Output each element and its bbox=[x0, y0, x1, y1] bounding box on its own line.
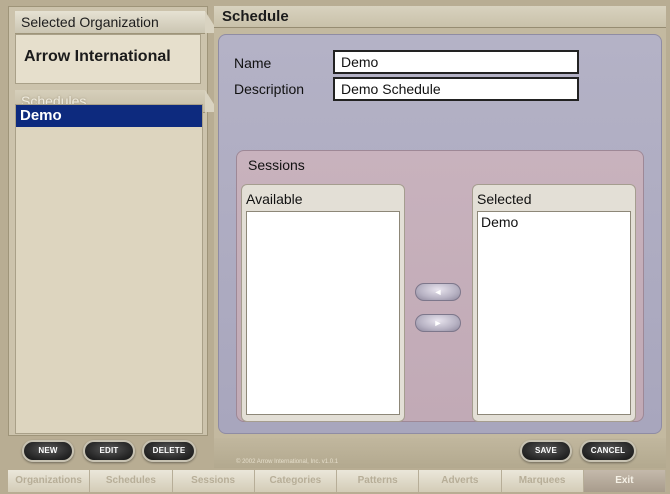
new-button[interactable]: NEW bbox=[22, 440, 74, 462]
tab-sessions[interactable]: Sessions bbox=[172, 470, 255, 492]
name-label: Name bbox=[234, 55, 272, 71]
list-item[interactable]: Demo bbox=[481, 214, 518, 230]
tab-categories[interactable]: Categories bbox=[254, 470, 337, 492]
tab-organizations[interactable]: Organizations bbox=[8, 470, 91, 492]
schedule-list-item[interactable]: Demo bbox=[16, 105, 202, 127]
tab-marquees[interactable]: Marquees bbox=[501, 470, 584, 492]
name-field[interactable]: Demo bbox=[333, 50, 579, 74]
description-field[interactable]: Demo Schedule bbox=[333, 77, 579, 101]
organization-name: Arrow International bbox=[15, 34, 201, 84]
move-left-arrow-button[interactable]: ◄ bbox=[415, 283, 461, 301]
page-title: Schedule bbox=[214, 6, 666, 28]
selected-organization-tab: Selected Organization bbox=[15, 11, 219, 34]
tab-schedules[interactable]: Schedules bbox=[90, 470, 173, 492]
description-label: Description bbox=[234, 81, 305, 97]
available-label: Available bbox=[246, 191, 303, 207]
cancel-button[interactable]: CANCEL bbox=[580, 440, 636, 462]
schedules-list: Demo bbox=[15, 104, 203, 434]
tab-adverts[interactable]: Adverts bbox=[419, 470, 502, 492]
left-panel: Selected Organization Arrow Internationa… bbox=[8, 6, 219, 436]
bottom-navigation: Organizations Schedules Sessions Categor… bbox=[8, 470, 666, 492]
tab-exit[interactable]: Exit bbox=[583, 470, 666, 492]
copyright-text: © 2002 Arrow International, Inc. v1.0.1 bbox=[236, 459, 339, 465]
delete-button[interactable]: DELETE bbox=[142, 440, 196, 462]
selected-sessions-list[interactable]: Demo bbox=[477, 211, 631, 415]
move-right-arrow-button[interactable]: ► bbox=[415, 314, 461, 332]
available-sessions-list[interactable] bbox=[246, 211, 400, 415]
available-panel: Available bbox=[241, 184, 405, 422]
save-button[interactable]: SAVE bbox=[520, 440, 572, 462]
sessions-title: Sessions bbox=[248, 157, 305, 173]
tab-patterns[interactable]: Patterns bbox=[337, 470, 420, 492]
selected-panel: Selected Demo bbox=[472, 184, 636, 422]
selected-label: Selected bbox=[477, 191, 532, 207]
edit-button[interactable]: EDIT bbox=[83, 440, 135, 462]
